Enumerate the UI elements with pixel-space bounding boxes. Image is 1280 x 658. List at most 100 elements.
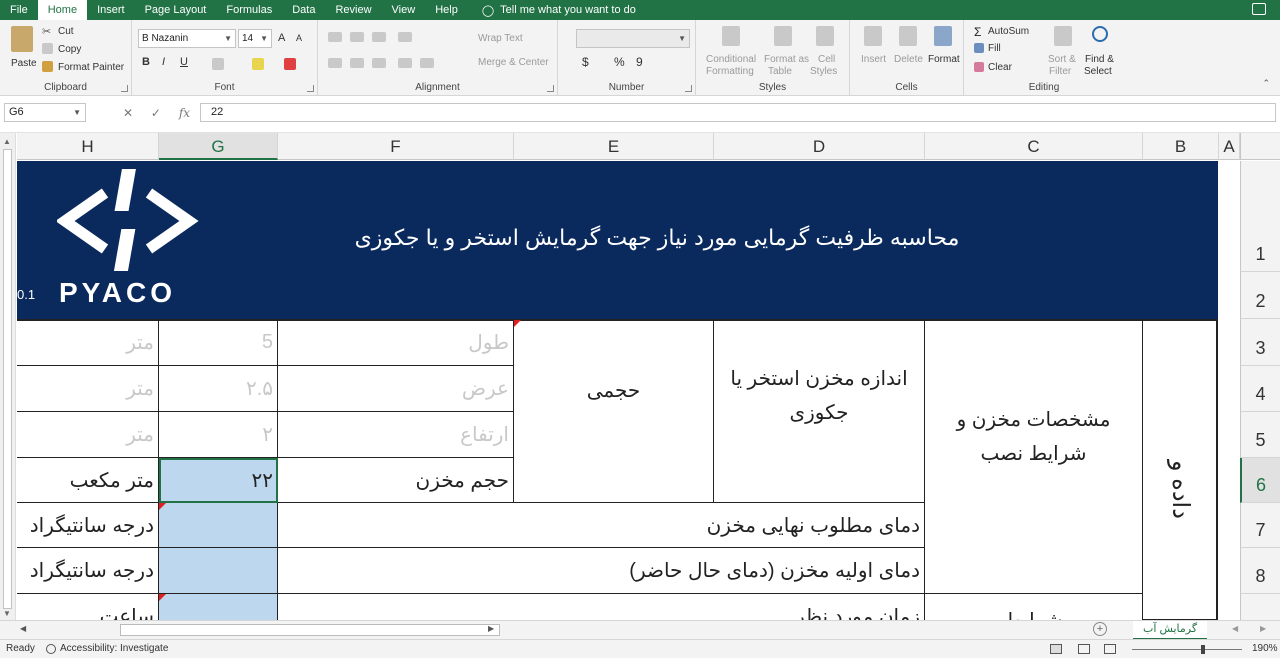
insert-function-button[interactable]: fx xyxy=(179,106,190,120)
row-header-9[interactable] xyxy=(1240,594,1280,620)
cell-g4[interactable]: ۲.۵ xyxy=(159,366,278,412)
formula-input[interactable]: 22 xyxy=(200,103,1276,122)
cell-c9[interactable]: شرایط xyxy=(925,594,1143,620)
column-header-e[interactable]: E xyxy=(514,133,714,160)
format-as-table-button[interactable]: Format as Table xyxy=(762,24,809,77)
number-launcher-icon[interactable] xyxy=(685,85,692,92)
align-center-icon[interactable] xyxy=(350,58,364,68)
tab-help[interactable]: Help xyxy=(425,0,468,20)
align-bottom-icon[interactable] xyxy=(372,32,386,42)
scroll-down-icon[interactable]: ▼ xyxy=(3,609,11,618)
cell-f6[interactable]: حجم مخزن xyxy=(278,458,514,503)
align-left-icon[interactable] xyxy=(328,58,342,68)
cancel-icon[interactable]: ✕ xyxy=(123,106,133,120)
alignment-launcher-icon[interactable] xyxy=(547,85,554,92)
cut-button[interactable]: ✂ Cut xyxy=(42,25,74,38)
cell-e3-volume[interactable]: حجمی xyxy=(514,320,714,503)
percent-button[interactable]: % xyxy=(614,55,625,69)
sheet-tab-heating[interactable]: گرمایش آب xyxy=(1133,621,1208,640)
wrap-text-button[interactable]: Wrap Text xyxy=(478,33,523,44)
underline-button[interactable]: U xyxy=(180,56,188,68)
paste-button[interactable]: Paste xyxy=(8,26,38,70)
normal-view-icon[interactable] xyxy=(1050,644,1062,654)
column-header-a[interactable]: A xyxy=(1219,133,1240,160)
tab-review[interactable]: Review xyxy=(325,0,381,20)
align-middle-icon[interactable] xyxy=(350,32,364,42)
row-header-4[interactable]: 4 xyxy=(1240,366,1280,412)
cell-g6[interactable]: ۲۲ xyxy=(159,458,278,503)
borders-icon[interactable] xyxy=(212,58,224,70)
number-format-select[interactable]: ▼ xyxy=(576,29,690,48)
delete-cells-button[interactable]: Delete xyxy=(892,24,926,76)
cell-h6[interactable]: متر مکعب xyxy=(17,458,159,503)
cell-f7[interactable]: دمای مطلوب نهایی مخزن xyxy=(278,503,925,548)
cell-g3[interactable]: 5 xyxy=(159,320,278,366)
decrease-indent-icon[interactable] xyxy=(398,58,412,68)
row-header-7[interactable]: 7 xyxy=(1240,503,1280,548)
clear-button[interactable]: Clear xyxy=(974,62,1012,75)
font-size-select[interactable]: 14 ▼ xyxy=(238,29,272,48)
copy-button[interactable]: Copy xyxy=(42,43,81,57)
font-launcher-icon[interactable] xyxy=(307,85,314,92)
page-layout-view-icon[interactable] xyxy=(1078,644,1090,654)
collapse-ribbon-icon[interactable]: ⌃ xyxy=(1262,78,1270,89)
cell-g7[interactable] xyxy=(159,503,278,548)
scroll-thumb[interactable] xyxy=(3,149,12,609)
comment-indicator-e3[interactable] xyxy=(514,320,521,327)
zoom-level[interactable]: 190% xyxy=(1252,643,1278,654)
format-painter-button[interactable]: Format Painter xyxy=(42,61,124,75)
tell-me-search[interactable]: ◯ Tell me what you want to do xyxy=(482,4,636,17)
column-header-c[interactable]: C xyxy=(925,133,1143,160)
scroll-up-icon[interactable]: ▲ xyxy=(3,137,11,146)
row-header-8[interactable]: 8 xyxy=(1240,548,1280,594)
currency-button[interactable]: $ xyxy=(582,55,589,69)
autosum-button[interactable]: Σ AutoSum xyxy=(974,25,1029,39)
sheet-nav-right-icon[interactable]: ▶ xyxy=(1260,624,1266,633)
comment-indicator-g7[interactable] xyxy=(159,503,166,510)
grow-font-button[interactable]: A xyxy=(278,32,285,44)
scroll-left-icon[interactable]: ◀ xyxy=(20,624,26,633)
add-sheet-icon[interactable]: + xyxy=(1093,622,1107,636)
cell-f3[interactable]: طول xyxy=(278,320,514,366)
select-all-corner[interactable] xyxy=(1240,133,1280,160)
cell-f9[interactable]: زمان مورد نظر xyxy=(278,594,925,620)
column-header-h[interactable]: H xyxy=(17,133,159,160)
clipboard-launcher-icon[interactable] xyxy=(121,85,128,92)
cell-d3-tank-size[interactable]: اندازه مخزن استخر یا جکوزی xyxy=(714,320,925,503)
font-color-icon[interactable] xyxy=(284,58,296,70)
insert-cells-button[interactable]: Insert xyxy=(858,24,890,76)
column-header-b[interactable]: B xyxy=(1143,133,1219,160)
bold-button[interactable]: B xyxy=(142,56,150,68)
cell-h8[interactable]: درجه سانتیگراد xyxy=(17,548,159,594)
scroll-right-icon[interactable]: ▶ xyxy=(488,624,494,633)
align-top-icon[interactable] xyxy=(328,32,342,42)
conditional-formatting-button[interactable]: Conditional Formatting xyxy=(702,24,760,77)
comments-icon[interactable] xyxy=(1252,3,1266,15)
tab-data[interactable]: Data xyxy=(282,0,325,20)
tab-formulas[interactable]: Formulas xyxy=(216,0,282,20)
shrink-font-button[interactable]: A xyxy=(296,33,302,43)
find-select-button[interactable]: Find & Select xyxy=(1082,24,1122,77)
align-right-icon[interactable] xyxy=(372,58,386,68)
tab-view[interactable]: View xyxy=(382,0,426,20)
merge-center-button[interactable]: Merge & Center xyxy=(478,57,549,68)
format-cells-button[interactable]: Format xyxy=(926,24,962,76)
column-header-d[interactable]: D xyxy=(714,133,925,160)
tab-page-layout[interactable]: Page Layout xyxy=(135,0,217,20)
name-box[interactable]: G6 ▼ xyxy=(4,103,86,122)
cell-h5[interactable]: متر xyxy=(17,412,159,458)
font-name-select[interactable]: B Nazanin ▼ xyxy=(138,29,236,48)
increase-indent-icon[interactable] xyxy=(420,58,434,68)
cell-f8[interactable]: دمای اولیه مخزن (دمای حال حاضر) xyxy=(278,548,925,594)
cell-f5[interactable]: ارتفاع xyxy=(278,412,514,458)
accessibility-status[interactable]: Accessibility: Investigate xyxy=(60,643,168,654)
tab-insert[interactable]: Insert xyxy=(87,0,135,20)
cell-b-side[interactable]: داده و xyxy=(1143,320,1218,620)
orientation-icon[interactable] xyxy=(398,32,412,42)
column-header-f[interactable]: F xyxy=(278,133,514,160)
cell-h4[interactable]: متر xyxy=(17,366,159,412)
row-header-1[interactable]: 1 xyxy=(1240,161,1280,272)
row-header-2[interactable]: 2 xyxy=(1240,272,1280,319)
row-header-6[interactable]: 6 xyxy=(1240,458,1280,503)
tab-home[interactable]: Home xyxy=(37,0,88,21)
